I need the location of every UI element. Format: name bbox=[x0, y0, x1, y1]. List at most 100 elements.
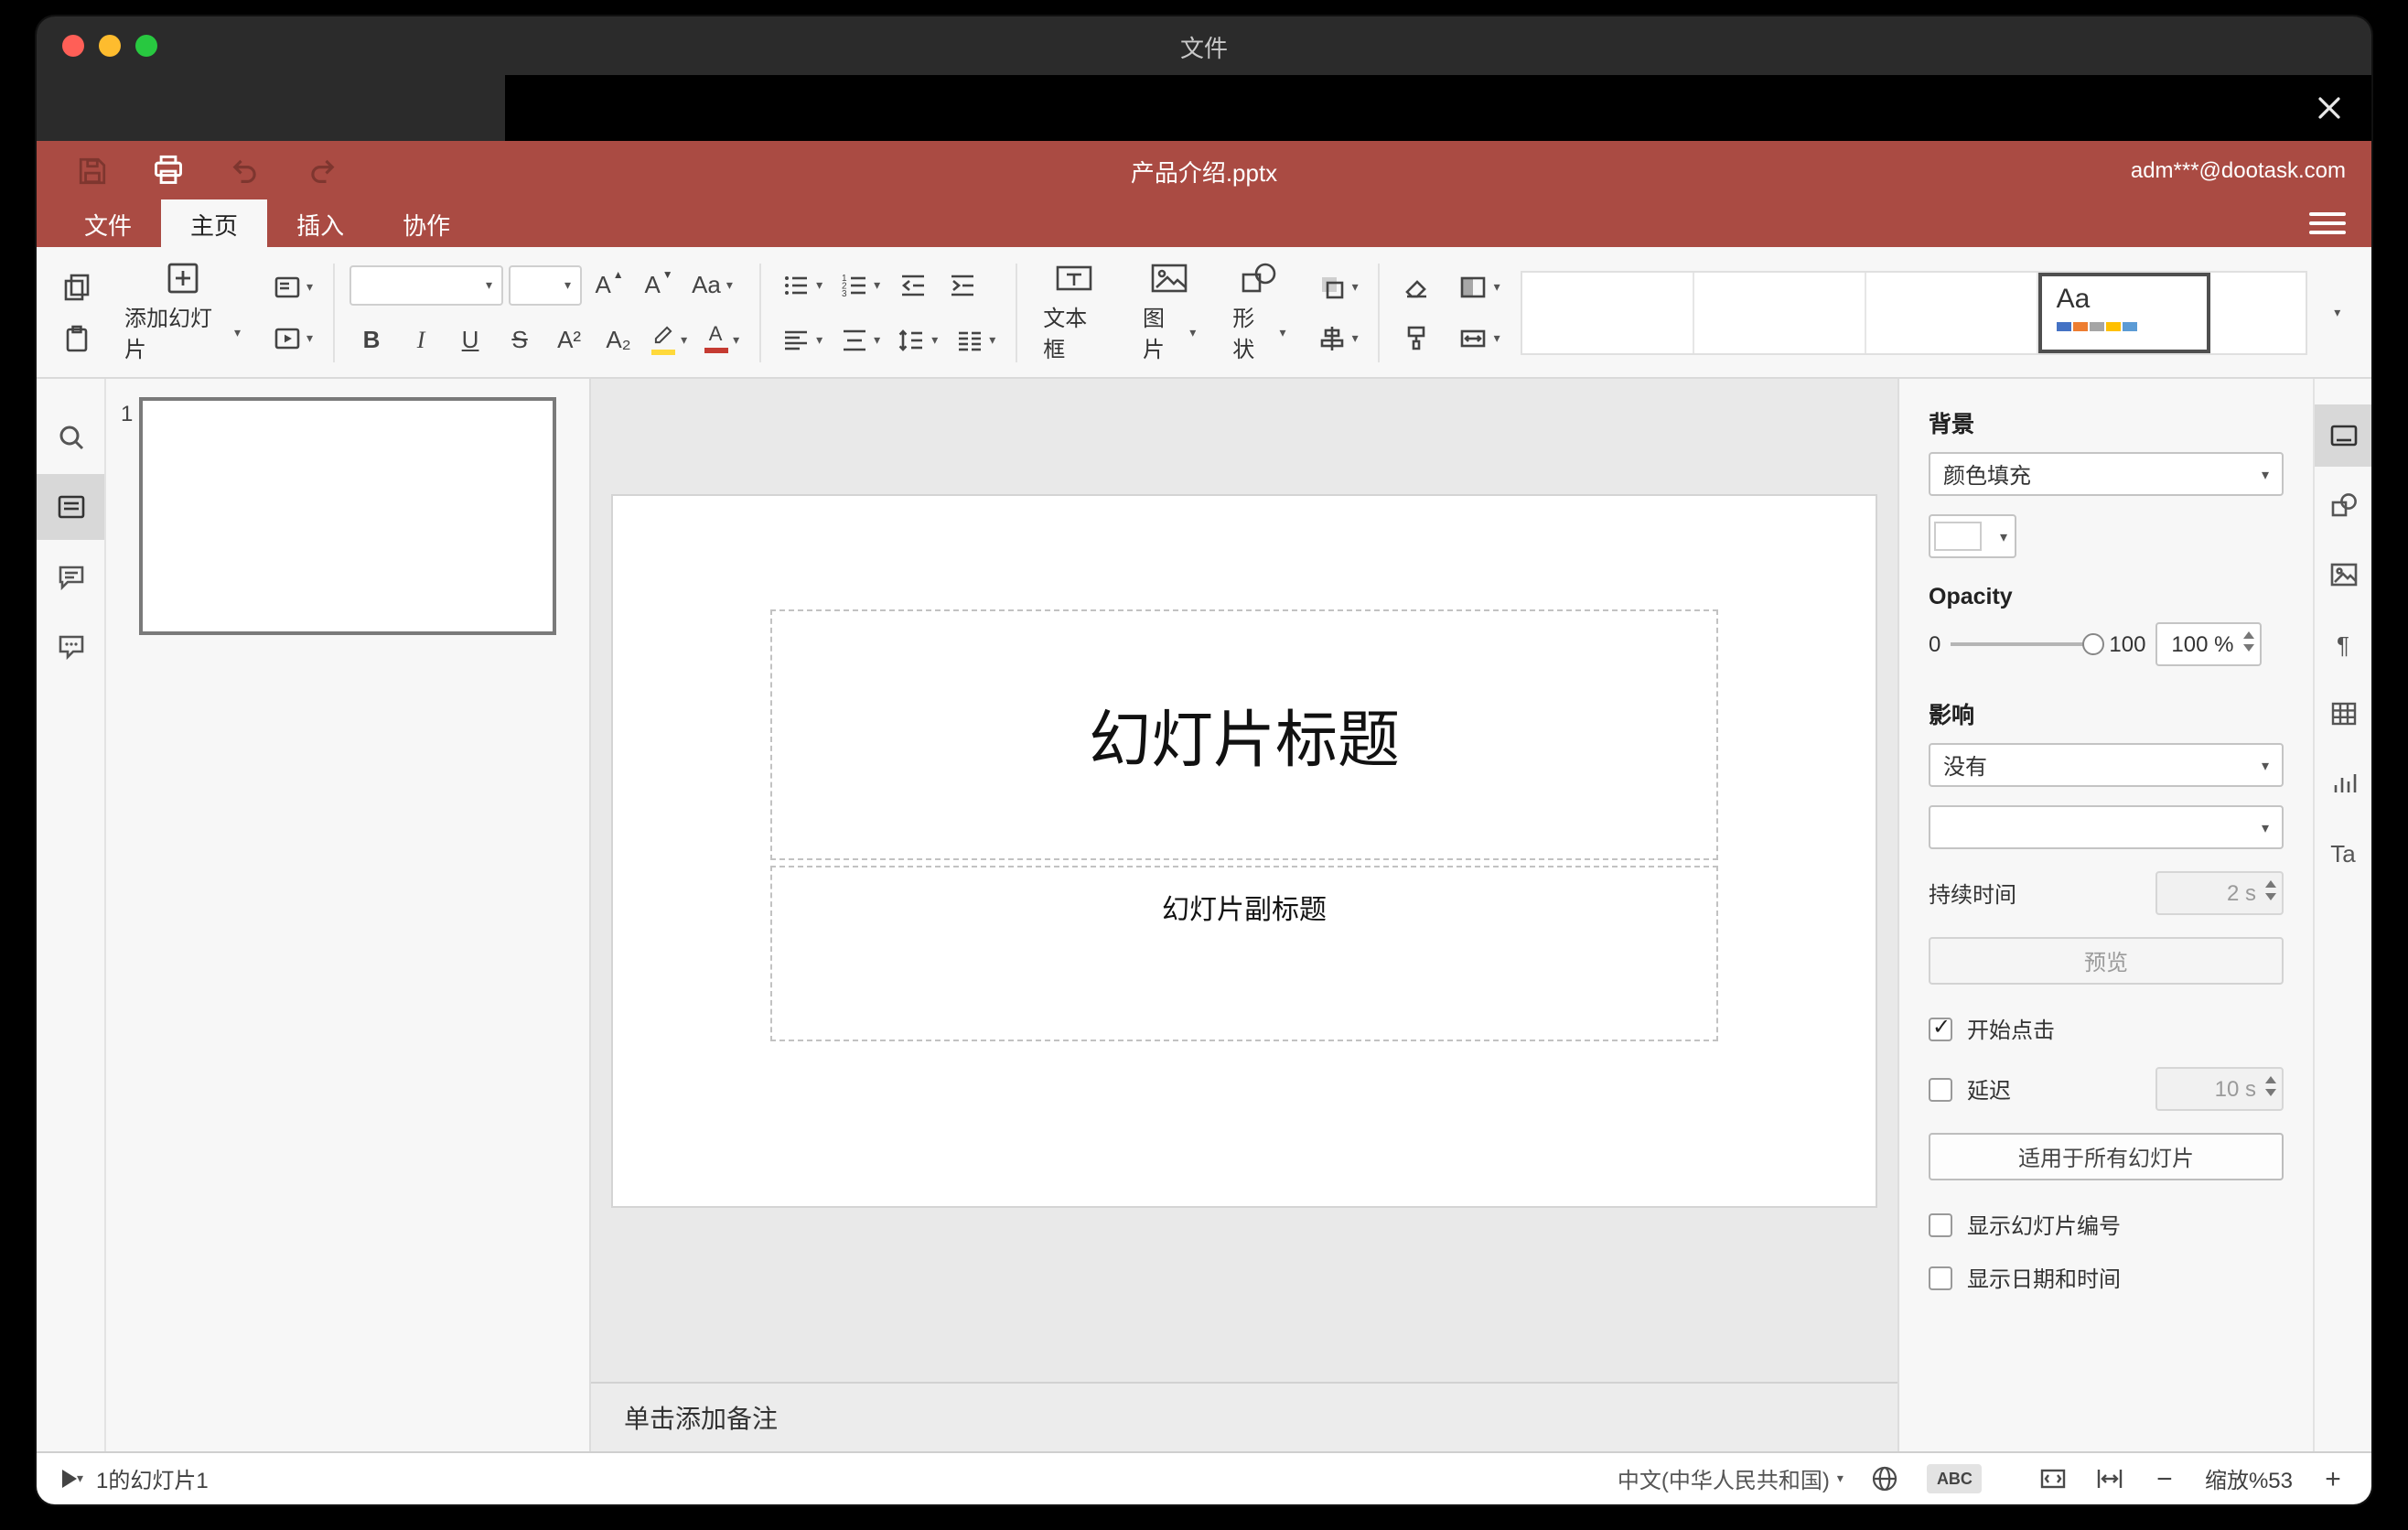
slide-layout-button[interactable] bbox=[266, 264, 318, 308]
close-window-button[interactable] bbox=[62, 35, 84, 57]
spellcheck-button[interactable]: ABC bbox=[1927, 1464, 1982, 1493]
zoom-in-button[interactable]: + bbox=[2320, 1463, 2346, 1494]
add-slide-button[interactable]: 添加幻灯片 bbox=[113, 260, 252, 364]
subscript-button[interactable]: A₂ bbox=[597, 318, 640, 361]
slide-size-button[interactable] bbox=[1454, 316, 1506, 360]
theme-gallery-expand-button[interactable] bbox=[2322, 270, 2353, 354]
insert-textbox-button[interactable]: 文本框 bbox=[1032, 260, 1117, 364]
italic-button[interactable]: I bbox=[399, 318, 443, 361]
decrease-font-button[interactable]: A bbox=[637, 263, 681, 307]
insert-shape-button[interactable]: 形状 bbox=[1221, 260, 1296, 364]
highlight-color-button[interactable] bbox=[646, 318, 693, 361]
effect-select[interactable]: 没有 bbox=[1929, 743, 2284, 787]
show-slide-number-checkbox[interactable] bbox=[1929, 1213, 1952, 1237]
close-button[interactable] bbox=[2309, 88, 2349, 128]
increase-font-button[interactable]: A bbox=[587, 263, 631, 307]
decrease-indent-button[interactable] bbox=[891, 263, 935, 307]
language-selector[interactable]: 中文(中华人民共和国) bbox=[1618, 1463, 1844, 1494]
panel-tab-table-settings[interactable] bbox=[2315, 683, 2371, 745]
panel-tab-chart-settings[interactable] bbox=[2315, 752, 2371, 814]
columns-button[interactable] bbox=[949, 318, 1001, 361]
opacity-spinner[interactable] bbox=[2242, 631, 2254, 652]
panel-tab-image-settings[interactable] bbox=[2315, 544, 2371, 606]
delay-spinner[interactable] bbox=[2265, 1076, 2276, 1096]
panel-tab-paragraph-settings[interactable]: ¶ bbox=[2315, 613, 2371, 675]
redo-button[interactable] bbox=[304, 152, 340, 189]
line-spacing-button[interactable] bbox=[891, 318, 943, 361]
tab-collaboration[interactable]: 协作 bbox=[373, 199, 479, 247]
color-scheme-button[interactable] bbox=[1454, 264, 1506, 308]
increase-indent-button[interactable] bbox=[941, 263, 984, 307]
strikethrough-button[interactable]: S bbox=[498, 318, 542, 361]
notes-area[interactable]: 单击添加备注 bbox=[591, 1382, 1897, 1451]
theme-tile-1[interactable] bbox=[1521, 272, 1694, 352]
sidebar-item-comments[interactable] bbox=[37, 544, 104, 609]
delay-checkbox[interactable] bbox=[1929, 1077, 1952, 1101]
fit-width-button[interactable] bbox=[2095, 1464, 2124, 1493]
duration-spinner[interactable] bbox=[2265, 880, 2276, 900]
copy-style-button[interactable] bbox=[1395, 316, 1439, 360]
copy-button[interactable] bbox=[55, 264, 99, 308]
superscript-button[interactable]: A² bbox=[547, 318, 591, 361]
opacity-input[interactable]: 100 % bbox=[2155, 622, 2262, 666]
insert-image-button[interactable]: 图片 bbox=[1132, 260, 1207, 364]
subtitle-placeholder-box[interactable]: 幻灯片副标题 bbox=[770, 866, 1718, 1041]
set-language-button[interactable] bbox=[1871, 1464, 1900, 1493]
vertical-align-button[interactable] bbox=[833, 318, 886, 361]
start-slideshow-button[interactable] bbox=[266, 316, 318, 360]
panel-tab-slide-settings[interactable] bbox=[2315, 404, 2371, 467]
panel-tab-textart-settings[interactable]: Ta bbox=[2315, 822, 2371, 884]
title-placeholder-box[interactable]: 幻灯片标题 bbox=[770, 609, 1718, 860]
menu-button[interactable] bbox=[2309, 205, 2346, 242]
minimize-window-button[interactable] bbox=[99, 35, 121, 57]
panel-tab-shape-settings[interactable] bbox=[2315, 474, 2371, 536]
slide-canvas: 幻灯片标题 幻灯片副标题 bbox=[591, 379, 1897, 1382]
background-fill-select[interactable]: 颜色填充 bbox=[1929, 452, 2284, 496]
zoom-out-button[interactable]: − bbox=[2152, 1463, 2177, 1494]
tab-insert[interactable]: 插入 bbox=[267, 199, 373, 247]
sidebar-item-slides[interactable] bbox=[37, 474, 104, 540]
delay-input[interactable]: 10 s bbox=[2155, 1067, 2284, 1111]
theme-tile-3[interactable] bbox=[1865, 272, 2038, 352]
sidebar-item-search[interactable] bbox=[37, 404, 104, 470]
arrange-shapes-button[interactable] bbox=[1312, 264, 1364, 308]
theme-tile-2[interactable] bbox=[1693, 272, 1866, 352]
start-preview-button[interactable] bbox=[62, 1470, 83, 1488]
slide-thumbnail[interactable] bbox=[139, 397, 556, 635]
document-title[interactable]: 产品介绍.pptx bbox=[37, 153, 2371, 188]
align-shapes-button[interactable] bbox=[1312, 316, 1364, 360]
apply-to-all-button[interactable]: 适用于所有幻灯片 bbox=[1929, 1133, 2284, 1180]
undo-button[interactable] bbox=[227, 152, 263, 189]
font-name-select[interactable] bbox=[349, 264, 504, 305]
print-button[interactable] bbox=[150, 152, 187, 189]
tab-home[interactable]: 主页 bbox=[161, 199, 268, 247]
font-size-select[interactable] bbox=[509, 264, 583, 305]
save-button[interactable] bbox=[73, 152, 110, 189]
change-case-button[interactable]: Aa bbox=[686, 263, 738, 307]
theme-color-swatches bbox=[2056, 322, 2192, 331]
zoom-window-button[interactable] bbox=[135, 35, 157, 57]
slide[interactable]: 幻灯片标题 幻灯片副标题 bbox=[613, 496, 1876, 1206]
show-date-checkbox[interactable] bbox=[1929, 1266, 1952, 1290]
opacity-slider-knob[interactable] bbox=[2081, 633, 2104, 655]
numbered-list-button[interactable]: 123 bbox=[833, 263, 886, 307]
clear-style-button[interactable] bbox=[1395, 264, 1439, 308]
tab-file[interactable]: 文件 bbox=[55, 199, 161, 247]
bullet-list-button[interactable] bbox=[776, 263, 828, 307]
image-settings-icon bbox=[2329, 563, 2357, 587]
fit-slide-button[interactable] bbox=[2038, 1464, 2068, 1493]
theme-tile-selected[interactable]: Aa bbox=[2037, 272, 2210, 352]
dark-gap bbox=[37, 75, 2371, 141]
bold-button[interactable]: B bbox=[349, 318, 393, 361]
background-color-select[interactable] bbox=[1929, 514, 2016, 558]
duration-input[interactable]: 2 s bbox=[2155, 871, 2284, 915]
effect-variant-select[interactable] bbox=[1929, 805, 2284, 849]
preview-button[interactable]: 预览 bbox=[1929, 937, 2284, 985]
paste-button[interactable] bbox=[55, 316, 99, 360]
opacity-slider[interactable] bbox=[1950, 633, 2104, 655]
sidebar-item-feedback[interactable] bbox=[37, 613, 104, 679]
start-on-click-checkbox[interactable] bbox=[1929, 1014, 1952, 1041]
horizontal-align-button[interactable] bbox=[776, 318, 828, 361]
underline-button[interactable]: U bbox=[448, 318, 492, 361]
font-color-button[interactable]: A bbox=[698, 318, 745, 361]
